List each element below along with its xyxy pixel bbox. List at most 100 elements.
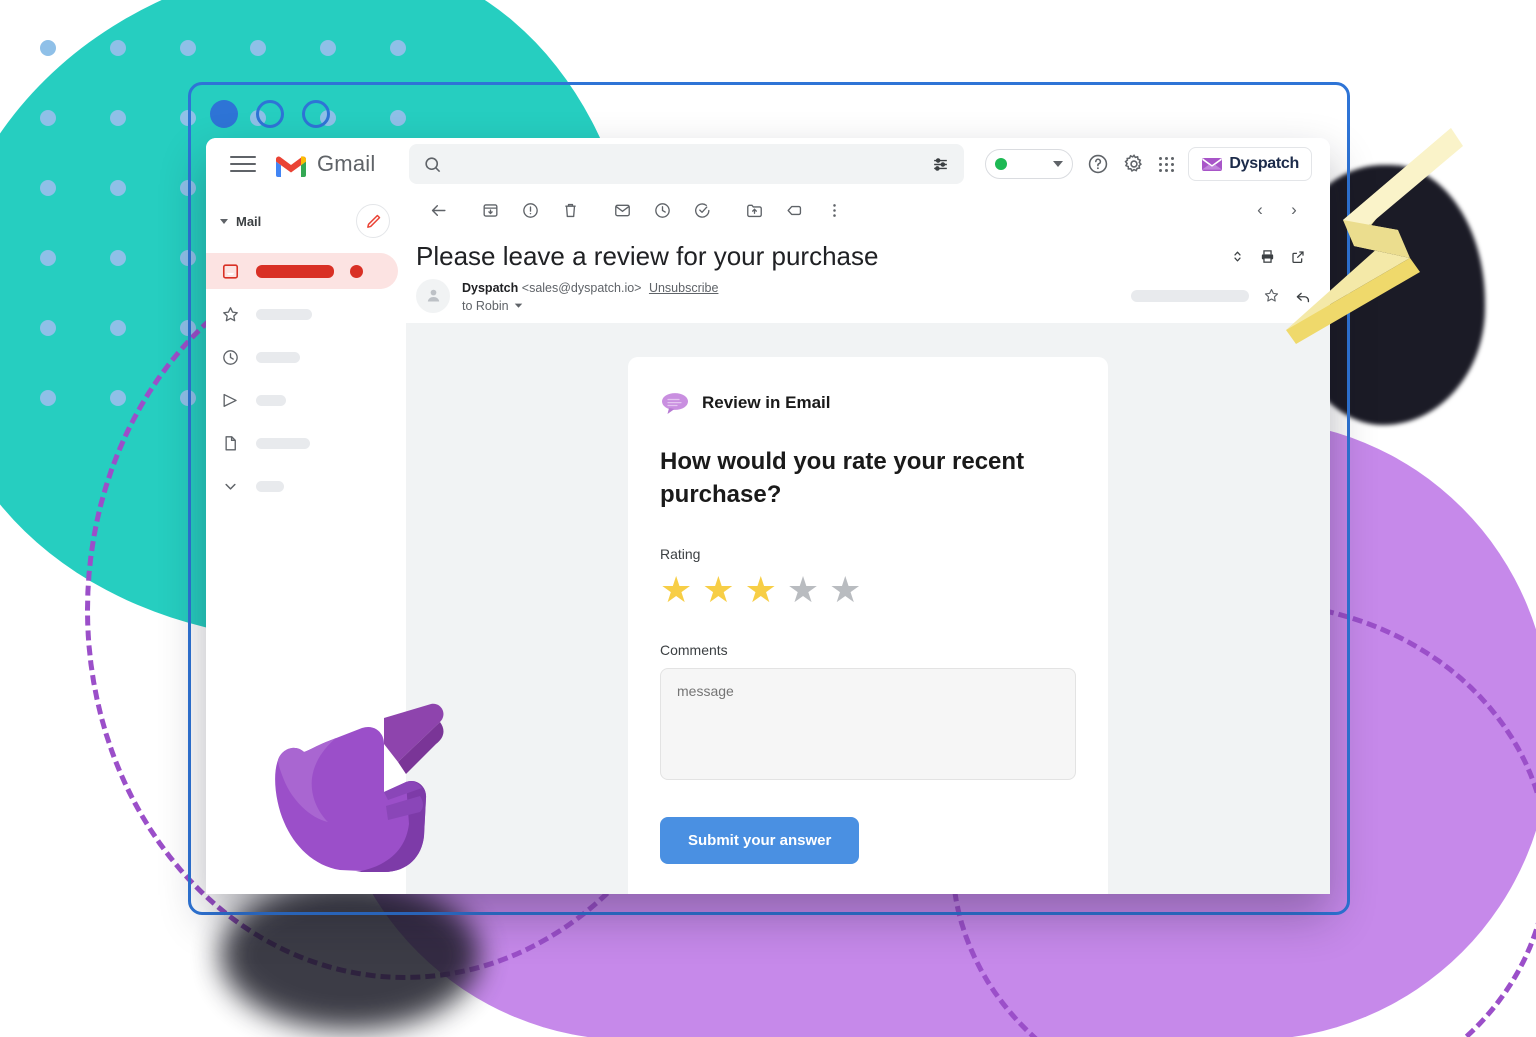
mark-unread-icon[interactable] xyxy=(602,190,642,230)
card-brand-header: Review in Email xyxy=(660,391,1076,415)
background-dot xyxy=(110,390,126,406)
rating-label: Rating xyxy=(660,545,701,562)
star-icon xyxy=(220,304,240,324)
expand-collapse-icon[interactable] xyxy=(1230,249,1245,264)
lightning-bolt-graphic xyxy=(1286,128,1463,344)
window-controls xyxy=(210,100,330,128)
search-bar[interactable] xyxy=(409,144,965,184)
window-dot-3[interactable] xyxy=(302,100,330,128)
window-dot-1[interactable] xyxy=(210,100,238,128)
status-selector[interactable] xyxy=(985,149,1074,179)
background-dot xyxy=(40,390,56,406)
chevron-down-icon xyxy=(1053,161,1064,167)
sidebar-item-label xyxy=(256,437,310,449)
subject-row: Please leave a review for your purchase xyxy=(406,230,1330,275)
apps-grid-icon[interactable] xyxy=(1159,156,1175,172)
report-spam-icon[interactable] xyxy=(510,190,550,230)
more-options-icon[interactable] xyxy=(814,190,854,230)
rating-star-4[interactable]: ★ xyxy=(787,571,819,608)
sidebar-item-label xyxy=(256,480,284,492)
sidebar-item-more[interactable] xyxy=(206,468,398,504)
background-dot xyxy=(110,320,126,336)
sidebar-item-drafts[interactable] xyxy=(206,425,398,461)
sidebar-item-label xyxy=(256,308,312,320)
speech-bubble-icon xyxy=(662,392,688,414)
sidebar-item-snoozed[interactable] xyxy=(206,339,398,375)
pencil-icon xyxy=(366,214,380,228)
sender-meta: Dyspatch <sales@dyspatch.io> Unsubscribe… xyxy=(462,279,718,313)
gear-icon[interactable] xyxy=(1123,153,1145,175)
background-dot xyxy=(110,250,126,266)
comments-label: Comments xyxy=(660,641,728,658)
sender-line: Dyspatch <sales@dyspatch.io> Unsubscribe xyxy=(462,281,718,295)
rating-star-2[interactable]: ★ xyxy=(702,571,734,608)
gmail-wordmark: Gmail xyxy=(317,151,376,176)
sidebar-item-label xyxy=(256,264,334,278)
clock-icon xyxy=(220,347,240,367)
label-icon[interactable] xyxy=(774,190,814,230)
sender-address: <sales@dyspatch.io> xyxy=(521,280,642,295)
send-icon xyxy=(220,390,240,410)
gmail-top-bar: Gmail Dyspatch xyxy=(206,138,1330,190)
sidebar-item-starred[interactable] xyxy=(206,296,398,332)
sender-name: Dyspatch xyxy=(462,280,519,295)
submit-button[interactable]: Submit your answer xyxy=(660,816,860,864)
search-icon xyxy=(425,156,441,172)
back-arrow-icon[interactable] xyxy=(418,190,458,230)
rating-stars[interactable]: ★ ★ ★ ★ ★ xyxy=(660,571,1076,608)
chevron-down-icon xyxy=(220,218,228,224)
tune-icon[interactable] xyxy=(931,155,950,174)
sidebar-section-label: Mail xyxy=(236,213,262,229)
rating-star-3[interactable]: ★ xyxy=(745,571,777,608)
rating-star-5[interactable]: ★ xyxy=(829,571,861,608)
sidebar-section-header[interactable]: Mail xyxy=(206,196,406,246)
chevron-down-icon xyxy=(220,476,240,496)
review-email-card: Review in Email How would you rate your … xyxy=(628,356,1108,894)
background-dot xyxy=(110,40,126,56)
delete-icon[interactable] xyxy=(550,190,590,230)
sidebar-item-label xyxy=(256,351,300,363)
compose-button[interactable] xyxy=(356,204,390,238)
message-toolbar: ‹ › xyxy=(406,190,1330,230)
card-question: How would you rate your recent purchase? xyxy=(660,447,1025,509)
unsubscribe-link[interactable]: Unsubscribe xyxy=(649,281,718,295)
background-dot xyxy=(390,40,406,56)
screenshot-root: Gmail Dyspatch Mail ‹ › Please leave a r… xyxy=(0,0,1536,1037)
background-dot xyxy=(40,110,56,126)
help-circle-icon[interactable] xyxy=(1087,153,1109,175)
background-dot xyxy=(40,40,56,56)
gmail-m-icon xyxy=(276,156,306,177)
draft-file-icon xyxy=(220,433,240,453)
inbox-icon xyxy=(220,261,240,281)
background-dot xyxy=(40,250,56,266)
hamburger-icon[interactable] xyxy=(230,151,256,177)
archive-icon[interactable] xyxy=(470,190,510,230)
sidebar-item-sent[interactable] xyxy=(206,382,398,418)
window-dot-2[interactable] xyxy=(256,100,284,128)
recipient-row[interactable]: to Robin xyxy=(462,299,718,313)
timestamp-placeholder xyxy=(1131,289,1249,302)
background-dot xyxy=(40,180,56,196)
recipient-label: to Robin xyxy=(462,298,509,313)
status-dot xyxy=(995,158,1008,170)
background-dot xyxy=(110,180,126,196)
chevron-down-icon xyxy=(514,303,522,308)
snooze-clock-icon[interactable] xyxy=(642,190,682,230)
move-to-icon[interactable] xyxy=(734,190,774,230)
gmail-logo[interactable]: Gmail xyxy=(274,151,375,177)
background-dot xyxy=(320,40,336,56)
message-pane: ‹ › Please leave a review for your purch… xyxy=(406,190,1330,894)
person-icon xyxy=(427,289,439,302)
background-dot xyxy=(180,40,196,56)
background-dot xyxy=(250,40,266,56)
comments-textarea[interactable] xyxy=(660,667,1076,780)
card-brand-title: Review in Email xyxy=(702,392,831,412)
email-body-area: Review in Email How would you rate your … xyxy=(406,322,1330,894)
avatar xyxy=(416,278,450,313)
rating-star-1[interactable]: ★ xyxy=(660,571,692,608)
pointing-hand-cursor xyxy=(275,703,444,872)
background-dot xyxy=(40,320,56,336)
add-to-tasks-icon[interactable] xyxy=(682,190,722,230)
sender-row: Dyspatch <sales@dyspatch.io> Unsubscribe… xyxy=(406,275,1330,323)
sidebar-item-inbox[interactable] xyxy=(206,253,398,289)
